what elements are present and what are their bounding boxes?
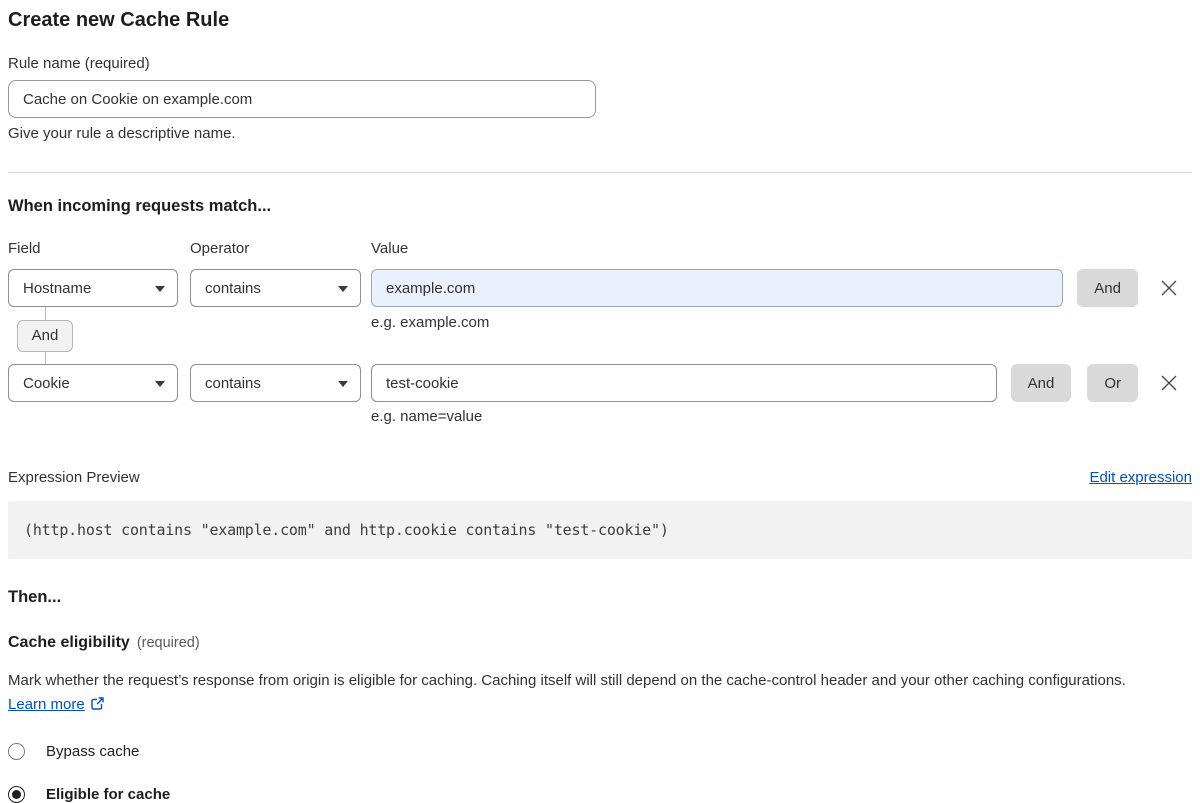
- match-column-labels: Field Operator Value: [8, 240, 1192, 257]
- chevron-down-icon: [155, 381, 165, 387]
- chevron-down-icon: [338, 381, 348, 387]
- operator-select-2[interactable]: contains: [190, 364, 361, 402]
- radio-unselected-icon: [8, 743, 25, 760]
- operator-select-1[interactable]: contains: [190, 269, 361, 307]
- close-icon: [1160, 374, 1178, 392]
- field-select-2[interactable]: Cookie: [8, 364, 178, 402]
- rule-name-input[interactable]: [8, 80, 596, 118]
- remove-condition-button-2[interactable]: [1160, 374, 1178, 392]
- chevron-down-icon: [338, 286, 348, 292]
- rule-name-label: Rule name (required): [8, 55, 1192, 72]
- rule-name-helper: Give your rule a descriptive name.: [8, 125, 1192, 142]
- radio-label-bypass: Bypass cache: [46, 743, 139, 760]
- value-input-1[interactable]: [371, 269, 1063, 307]
- external-link-icon: [90, 696, 105, 711]
- row-gap: And e.g. example.com: [8, 307, 1192, 364]
- operator-select-2-value: contains: [205, 375, 261, 392]
- match-heading: When incoming requests match...: [8, 197, 1192, 216]
- radio-dot: [12, 790, 21, 799]
- connector-line-top: [45, 307, 46, 320]
- learn-more-link[interactable]: Learn more: [8, 696, 85, 713]
- expression-header: Expression Preview Edit expression: [8, 469, 1192, 486]
- close-icon: [1160, 279, 1178, 297]
- radio-selected-icon: [8, 786, 25, 803]
- or-button-row-2[interactable]: Or: [1087, 364, 1138, 402]
- operator-select-1-value: contains: [205, 280, 261, 297]
- cache-eligibility-title: Cache eligibility: [8, 634, 130, 651]
- expression-preview-label: Expression Preview: [8, 469, 140, 486]
- section-divider: [8, 172, 1192, 173]
- field-select-1-value: Hostname: [23, 280, 91, 297]
- field-select-2-value: Cookie: [23, 375, 70, 392]
- radio-option-eligible-for-cache[interactable]: Eligible for cache: [8, 786, 1192, 803]
- cache-eligibility-heading: Cache eligibility (required): [8, 634, 1192, 652]
- condition-row-1: Hostname contains And: [8, 269, 1192, 307]
- expression-preview-box: (http.host contains "example.com" and ht…: [8, 501, 1192, 559]
- remove-condition-button-1[interactable]: [1160, 279, 1178, 297]
- description-text: Mark whether the request’s response from…: [8, 672, 1126, 689]
- value-hint-1: e.g. example.com: [371, 314, 489, 331]
- condition-row-2: Cookie contains And Or: [8, 364, 1192, 402]
- page-title: Create new Cache Rule: [8, 6, 1192, 34]
- expression-code: (http.host contains "example.com" and ht…: [24, 521, 669, 539]
- and-button-row-1[interactable]: And: [1077, 269, 1138, 307]
- chevron-down-icon: [155, 286, 165, 292]
- field-column-label: Field: [8, 240, 190, 257]
- required-tag: (required): [137, 635, 200, 651]
- connector-column: And: [10, 307, 80, 364]
- and-button-row-2[interactable]: And: [1011, 364, 1072, 402]
- operator-column-label: Operator: [190, 240, 371, 257]
- radio-label-eligible: Eligible for cache: [46, 786, 170, 803]
- cache-eligibility-description: Mark whether the request’s response from…: [8, 669, 1168, 717]
- field-select-1[interactable]: Hostname: [8, 269, 178, 307]
- value-hint-2: e.g. name=value: [8, 408, 1192, 425]
- radio-option-bypass-cache[interactable]: Bypass cache: [8, 743, 1192, 760]
- then-heading: Then...: [8, 588, 1192, 607]
- connector-and-button[interactable]: And: [17, 320, 74, 352]
- connector-line-bottom: [45, 352, 46, 365]
- value-column-label: Value: [371, 240, 408, 257]
- create-cache-rule-form: Create new Cache Rule Rule name (require…: [0, 0, 1200, 803]
- edit-expression-link[interactable]: Edit expression: [1089, 469, 1192, 486]
- value-input-2[interactable]: [371, 364, 997, 402]
